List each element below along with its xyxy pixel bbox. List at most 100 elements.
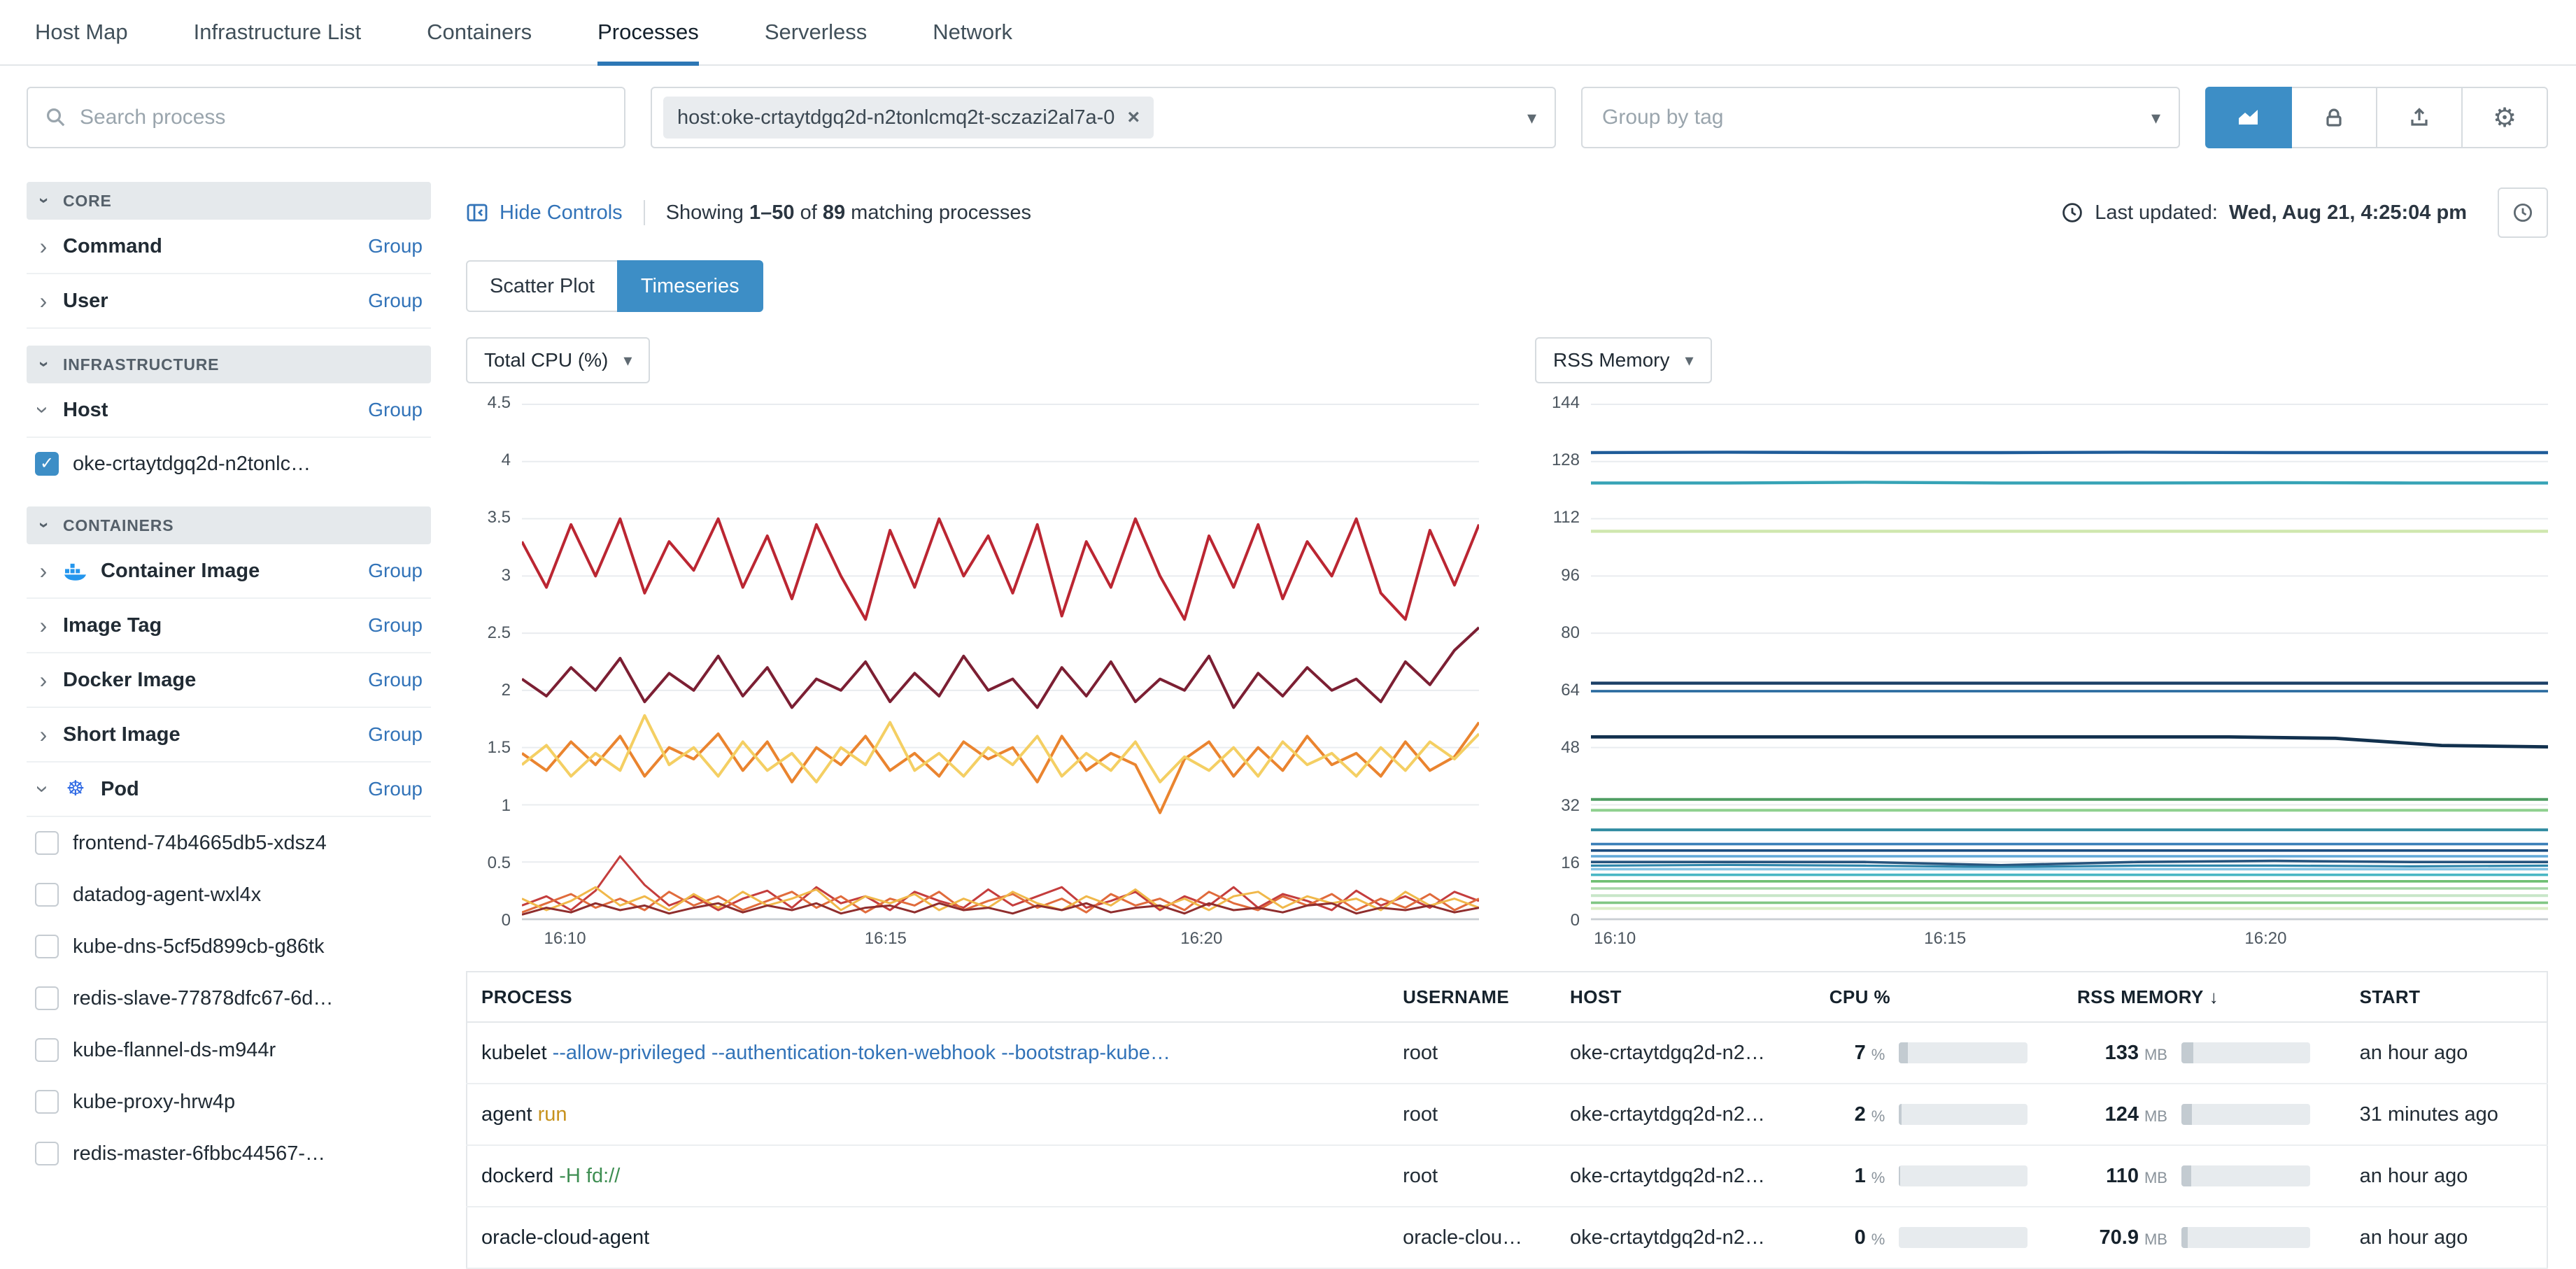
checkbox-unchecked[interactable] — [35, 1038, 59, 1062]
cpu-metric-select[interactable]: Total CPU (%) ▾ — [466, 337, 651, 383]
chevron-down-icon: › — [31, 406, 56, 414]
cpu-chart-x-axis: 16:10 16:15 16:20 — [544, 929, 1223, 948]
settings-button[interactable]: ⚙ — [2461, 87, 2548, 148]
memory-metric-select[interactable]: RSS Memory ▾ — [1535, 337, 1712, 383]
table-header-row: PROCESS USERNAME HOST CPU % RSS MEMORY ↓ … — [467, 972, 2547, 1023]
rss-cell: 124 MB — [2062, 1084, 2346, 1146]
pod-value-label: datadog-agent-wxl4x — [73, 883, 262, 906]
table-row[interactable]: kubelet --allow-privileged --authenticat… — [467, 1022, 2547, 1084]
facet-label: Pod — [101, 777, 139, 800]
rss-bar — [2181, 1042, 2310, 1063]
sidebar-item-host-value[interactable]: ✓ oke-crtaytdgq2d-n2tonlc… — [27, 438, 431, 490]
sidebar-item-pod-value[interactable]: kube-flannel-ds-m944r — [27, 1024, 431, 1076]
tab-scatter-plot[interactable]: Scatter Plot — [466, 260, 618, 312]
search-process-input[interactable] — [80, 106, 607, 129]
sidebar-item-pod-value[interactable]: redis-slave-77878dfc67-6d… — [27, 972, 431, 1024]
refresh-interval-button[interactable] — [2498, 187, 2548, 238]
nav-containers[interactable]: Containers — [427, 0, 532, 64]
group-by-docker-image-link[interactable]: Group — [368, 669, 423, 691]
showing-count-text: Showing 1–50 of 89 matching processes — [665, 201, 1032, 224]
memory-metric-label: RSS Memory — [1553, 349, 1670, 371]
checkbox-unchecked[interactable] — [35, 1142, 59, 1165]
column-header-rss-memory[interactable]: RSS MEMORY ↓ — [2062, 972, 2346, 1023]
column-header-host[interactable]: HOST — [1556, 972, 1816, 1023]
chevron-right-icon: › — [39, 558, 48, 583]
group-by-short-image-link[interactable]: Group — [368, 723, 423, 746]
export-button[interactable] — [2376, 87, 2463, 148]
nav-network[interactable]: Network — [933, 0, 1012, 64]
column-header-start[interactable]: START — [2345, 972, 2547, 1023]
group-by-pod-link[interactable]: Group — [368, 778, 423, 800]
checkbox-unchecked[interactable] — [35, 935, 59, 958]
cpu-chart-y-axis: 4.5 4 3.5 3 2.5 2 1.5 1 0.5 0 — [487, 393, 511, 930]
group-by-container-image-link[interactable]: Group — [368, 560, 423, 582]
column-header-process[interactable]: PROCESS — [467, 972, 1389, 1023]
sidebar-item-host[interactable]: › Host Group — [27, 383, 431, 438]
processes-page: Host Map Infrastructure List Containers … — [0, 0, 2576, 1269]
facet-label: Short Image — [63, 723, 181, 746]
checkbox-unchecked[interactable] — [35, 1090, 59, 1114]
cpu-bar — [1899, 1165, 2028, 1186]
nav-infrastructure-list[interactable]: Infrastructure List — [194, 0, 361, 64]
group-by-tag-select[interactable]: Group by tag ▾ — [1581, 87, 2180, 148]
sidebar-item-short-image[interactable]: › Short Image Group — [27, 708, 431, 763]
sidebar-item-pod-value[interactable]: kube-dns-5cf5d899cb-g86tk — [27, 921, 431, 972]
group-by-user-link[interactable]: Group — [368, 290, 423, 312]
host-value-label: oke-crtaytdgq2d-n2tonlc… — [73, 452, 311, 475]
section-title: CORE — [63, 191, 112, 210]
section-header-infrastructure[interactable]: › INFRASTRUCTURE — [27, 346, 431, 383]
remove-filter-icon[interactable]: × — [1127, 106, 1140, 129]
lock-icon — [2326, 108, 2342, 127]
facet-label: Container Image — [101, 559, 260, 582]
tab-timeseries[interactable]: Timeseries — [616, 260, 763, 312]
cpu-timeseries-plot[interactable] — [522, 403, 1479, 921]
chart-view-button[interactable] — [2205, 87, 2292, 148]
section-title: CONTAINERS — [63, 516, 174, 534]
checkbox-unchecked[interactable] — [35, 883, 59, 907]
group-by-command-link[interactable]: Group — [368, 235, 423, 257]
last-updated-value: Wed, Aug 21, 4:25:04 pm — [2228, 201, 2467, 224]
process-args: -H fd:// — [559, 1164, 621, 1187]
pod-value-label: kube-dns-5cf5d899cb-g86tk — [73, 935, 325, 958]
checkbox-checked[interactable]: ✓ — [35, 452, 59, 476]
table-row[interactable]: oracle-cloud-agent oracle-clou… oke-crta… — [467, 1207, 2547, 1269]
nav-serverless[interactable]: Serverless — [765, 0, 867, 64]
sidebar-item-user[interactable]: › User Group — [27, 274, 431, 329]
start-cell: an hour ago — [2345, 1145, 2547, 1207]
column-header-username[interactable]: USERNAME — [1389, 972, 1557, 1023]
memory-chart-y-axis: 144 128 112 96 80 64 48 32 16 0 — [1551, 393, 1580, 930]
process-cell: dockerd -H fd:// — [467, 1145, 1389, 1207]
hide-controls-link[interactable]: Hide Controls — [466, 201, 623, 225]
group-by-image-tag-link[interactable]: Group — [368, 614, 423, 637]
table-row[interactable]: dockerd -H fd:// root oke-crtaytdgq2d-n2… — [467, 1145, 2547, 1207]
sidebar-item-pod-value[interactable]: redis-master-6fbbc44567-… — [27, 1128, 431, 1179]
start-cell: an hour ago — [2345, 1022, 2547, 1084]
cpu-bar — [1899, 1042, 2028, 1063]
sidebar-item-container-image[interactable]: › Container Image Group — [27, 544, 431, 599]
host-cell: oke-crtaytdgq2d-n2… — [1556, 1084, 1816, 1146]
sidebar-item-pod-value[interactable]: datadog-agent-wxl4x — [27, 869, 431, 921]
nav-processes[interactable]: Processes — [597, 0, 700, 66]
username-cell: root — [1389, 1022, 1557, 1084]
column-header-cpu[interactable]: CPU % — [1815, 972, 2063, 1023]
lock-button[interactable] — [2291, 87, 2377, 148]
host-filter-select[interactable]: host:oke-crtaytdgq2d-n2tonlcmq2t-sczazi2… — [651, 87, 1556, 148]
table-row[interactable]: agent run root oke-crtaytdgq2d-n2… 2% 12… — [467, 1084, 2547, 1146]
checkbox-unchecked[interactable] — [35, 831, 59, 855]
sidebar-item-pod-value[interactable]: frontend-74b4665db5-xdsz4 — [27, 817, 431, 869]
sidebar-item-pod-value[interactable]: kube-proxy-hrw4p — [27, 1076, 431, 1128]
search-icon — [47, 108, 65, 127]
sidebar-item-command[interactable]: › Command Group — [27, 220, 431, 274]
sidebar-item-docker-image[interactable]: › Docker Image Group — [27, 653, 431, 708]
pod-value-label: redis-master-6fbbc44567-… — [73, 1142, 326, 1165]
sidebar-item-pod[interactable]: › ☸ Pod Group — [27, 763, 431, 817]
group-by-host-link[interactable]: Group — [368, 399, 423, 421]
section-header-core[interactable]: › CORE — [27, 182, 431, 220]
section-header-containers[interactable]: › CONTAINERS — [27, 506, 431, 544]
memory-timeseries-plot[interactable] — [1591, 403, 2548, 921]
nav-host-map[interactable]: Host Map — [35, 0, 128, 64]
cpu-cell: 0% — [1815, 1207, 2063, 1269]
sidebar-item-image-tag[interactable]: › Image Tag Group — [27, 599, 431, 653]
checkbox-unchecked[interactable] — [35, 986, 59, 1010]
rss-bar — [2181, 1165, 2310, 1186]
